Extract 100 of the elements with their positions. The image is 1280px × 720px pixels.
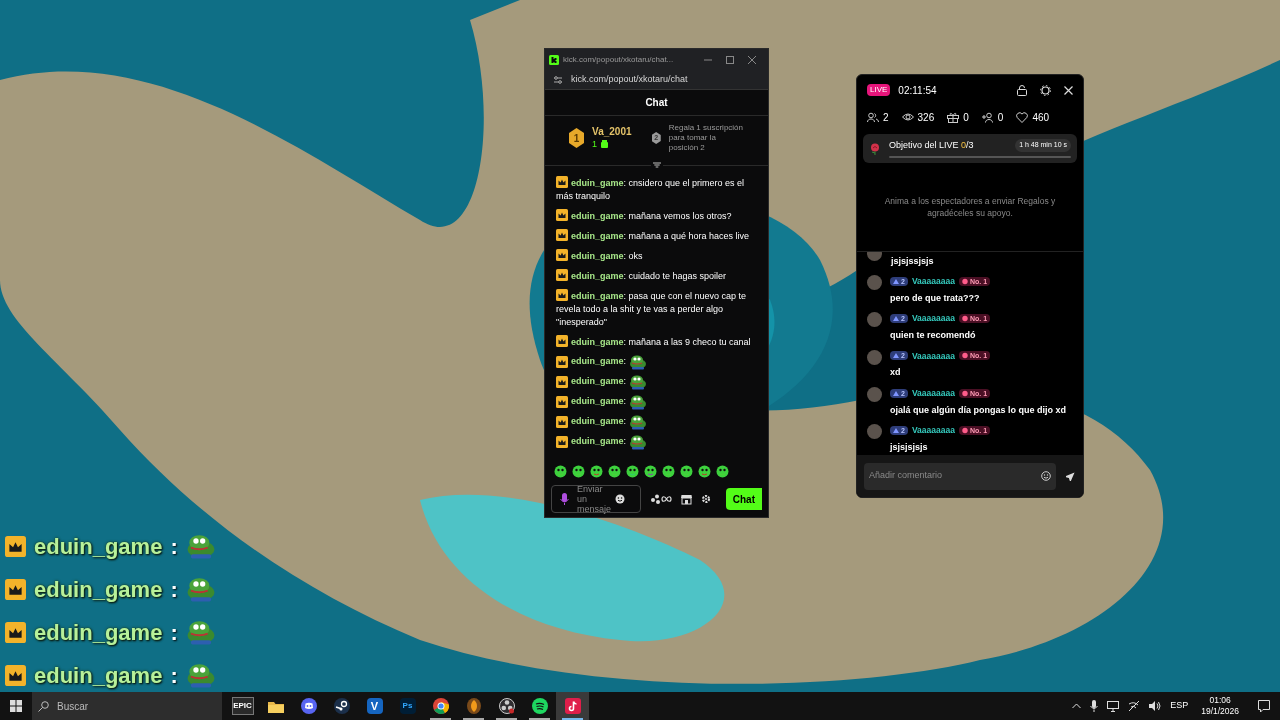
crown-badge-icon [5,578,26,600]
settings-icon[interactable] [1040,84,1051,96]
chat-message: eduin_game: cuidado te hagas spoiler [556,269,757,283]
crown-badge-icon [556,209,568,221]
windows-start-icon[interactable] [10,700,22,712]
stat-count: 0 [997,111,1004,125]
address-text[interactable]: kick.com/popout/xkotaru/chat [571,72,688,87]
settings-icon[interactable] [701,494,711,504]
taskbar-app-button[interactable] [556,692,589,720]
frog-emote-icon [185,618,216,646]
chat-username: eduin_game: [571,435,627,449]
spotify-logo-icon [531,698,548,714]
crown-badge-icon [5,664,26,686]
medal-icon [961,315,968,323]
obs-logo-icon [498,698,515,714]
chat-username: eduin_game: [571,415,627,429]
chat-message: eduin_game: cnsidero que el primero es el más tranquilo [556,176,746,203]
chat-header: Chat [545,90,768,116]
avatar [867,386,882,402]
taskbar-app-button[interactable]: Ps [391,692,424,720]
crown-badge-icon [556,249,568,261]
goal-title: Objetivo del LIVE 0/3 [889,138,974,152]
chat-message: eduin_game: pasa que con el nuevo cap te revela todo a la shit y te vas a perder algo "inesperado" [556,289,748,329]
message-input[interactable]: Enviar un mensaje [551,485,641,513]
comment-text: pero de que trata??? [890,291,981,305]
crown-badge-icon [556,289,568,301]
language-indicator[interactable]: ESP [1170,699,1189,713]
steam-logo-icon [333,698,350,714]
sub-count: 1 [592,138,598,150]
leaderboard-hint: Regala 1 suscripción para tomar la posición 2 [668,123,744,153]
points-infinity-icon[interactable] [650,494,672,504]
triangle-icon [893,390,899,396]
clock-date: 19/1/2026 [1201,706,1239,717]
connection-icon[interactable] [1128,700,1141,712]
chat-message: eduin_game: mañana vemos los otros? [556,209,757,223]
avatar [867,349,882,365]
people-icon [867,112,879,123]
overlay-username: eduin_game [34,618,163,647]
medal-icon [961,352,968,360]
crown-badge-icon [556,356,568,368]
comment-username: Vaaaaaaaa [911,275,955,288]
crown-badge-icon [556,396,568,408]
emote-icon[interactable] [590,464,603,478]
overlay-separator: : [170,661,178,690]
emote-icon[interactable] [716,464,729,478]
taskbar-app-button[interactable]: V [358,692,391,720]
tiktok-logo-icon [564,698,581,714]
emote-icon[interactable] [644,464,657,478]
lock-icon[interactable] [1017,84,1027,96]
medal-icon [961,426,968,434]
comment-input[interactable]: Añadir comentario [864,462,1056,490]
emote-icon[interactable] [608,464,621,478]
network-icon[interactable] [1107,700,1120,712]
chat-username: eduin_game: [571,375,627,389]
emote-icon[interactable] [572,464,585,478]
emote-icon[interactable] [680,464,693,478]
clock[interactable]: 01:06 19/1/2026 [1197,695,1243,717]
filter-icon[interactable] [650,161,663,169]
leader-username: Va_2001 [592,126,632,139]
microphone-icon[interactable] [1090,700,1099,712]
emote-icon[interactable] [626,464,639,478]
crown-badge-icon [556,176,568,188]
rank-badge: 1 [569,128,585,148]
live-timer: 02:11:54 [898,83,937,98]
emote-icon[interactable] [554,464,567,478]
discord-logo-icon [300,698,317,714]
site-settings-icon[interactable] [553,74,563,85]
send-chat-button[interactable]: Chat [725,488,762,510]
chevron-up-icon[interactable] [1072,703,1082,709]
photoshop-logo-icon: Ps [399,698,416,714]
frog-emote-icon [629,354,648,370]
overlay-username: eduin_game [34,661,163,690]
maximize-icon[interactable] [726,55,734,64]
volume-icon[interactable] [1149,700,1162,712]
stat-count: 2 [883,111,889,125]
rose-icon [869,142,881,155]
crown-badge-icon [556,335,568,347]
triangle-icon [893,427,899,433]
comment-username: Vaaaaaaaa [911,386,955,400]
emoji-icon[interactable] [1041,471,1051,481]
crown-badge-icon [556,436,568,448]
stat-count: 326 [917,111,935,125]
triangle-icon [893,353,899,359]
chat-username: eduin_game: [571,355,627,369]
gift-icon [601,140,609,149]
crown-badge-icon [556,269,568,281]
chat-message: eduin_game: mañana a las 9 checo tu canal [556,335,757,349]
crown-badge-icon [556,229,568,241]
taskbar-search-field[interactable]: Buscar [32,692,222,720]
overlay-separator: : [170,618,178,647]
store-icon[interactable] [681,493,692,505]
emote-icon[interactable] [698,464,711,478]
epic-logo-icon: EPIC [231,697,254,715]
emoji-icon[interactable] [615,494,625,504]
search-icon [38,700,49,712]
crown-badge-icon [556,416,568,428]
taskbar-app-button[interactable]: EPIC [226,692,259,720]
send-icon[interactable] [1066,471,1076,481]
notifications-icon[interactable] [1258,700,1270,712]
emote-icon[interactable] [662,464,675,478]
